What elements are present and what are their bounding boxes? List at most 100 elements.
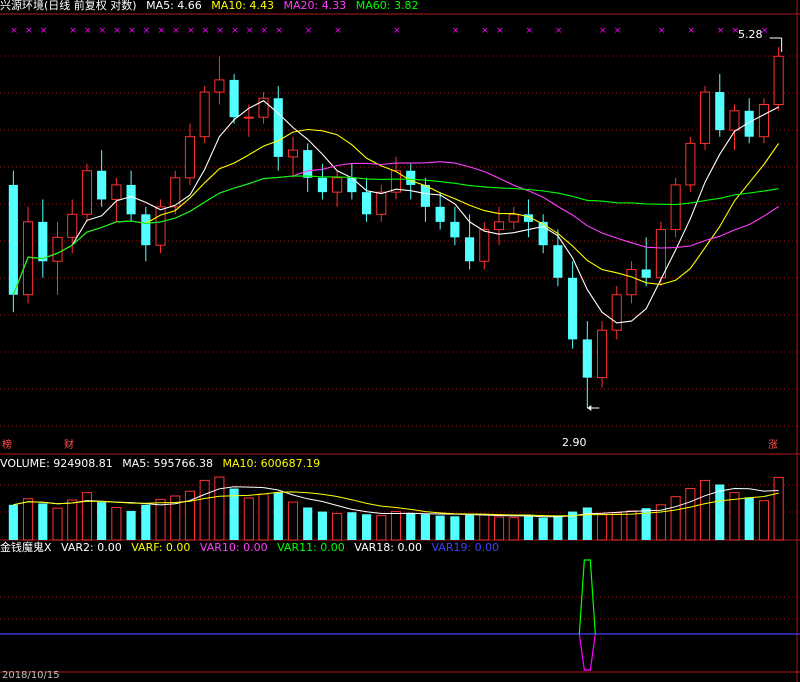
indicator-header: 金钱魔鬼X VAR2: 0.00 VARF: 0.00 VAR10: 0.00 … [0, 542, 505, 554]
tag-left[interactable]: 榜 [2, 440, 12, 452]
volume-bar [670, 496, 681, 541]
volume-bar [52, 507, 63, 541]
marker-x: × [496, 26, 504, 36]
volume-bar [523, 516, 534, 540]
indicator-name: 金钱魔鬼X [0, 541, 52, 554]
volume-bar [126, 510, 136, 540]
candle-body [406, 170, 416, 185]
volume-bar [626, 510, 637, 541]
volume-bar [67, 499, 78, 541]
candle-body [715, 92, 725, 131]
volume-ma10-label: MA10: 600687.19 [222, 457, 321, 470]
stock-chart[interactable]: × × × × × × × × × × × × × × × × × × × × × × × × × × × × × × × × × [0, 0, 800, 682]
marker-x: × [40, 26, 48, 36]
volume-bar [303, 507, 313, 540]
marker-x: × [452, 26, 460, 36]
volume-bar [111, 507, 122, 541]
marker-x: × [113, 26, 121, 36]
candle-body [184, 136, 196, 179]
candle-body [287, 149, 299, 158]
volume-bar [81, 492, 93, 541]
tag-mid[interactable]: 财 [64, 440, 74, 452]
volume-bar [347, 512, 357, 540]
candle-body [199, 91, 210, 138]
marker-x: × [187, 26, 195, 36]
candle-body [729, 110, 740, 131]
volume-bar [596, 513, 608, 541]
marker-x: × [84, 26, 92, 36]
volume-bar [758, 500, 769, 541]
marker-x: × [393, 26, 401, 36]
volume-bar [390, 511, 402, 541]
volume-bar [553, 515, 563, 540]
marker-x: × [717, 26, 725, 36]
candle-body [641, 269, 651, 278]
marker-x: × [525, 26, 533, 36]
candle-body [362, 192, 372, 215]
candle-body [553, 245, 563, 278]
marker-x: × [614, 26, 622, 36]
volume-bar [435, 515, 445, 540]
candle-body [670, 184, 681, 231]
volume-bar [332, 513, 343, 541]
marker-x: × [334, 26, 342, 36]
candlestick-series [8, 47, 784, 409]
volume-bar [538, 517, 548, 540]
volume-bar [184, 490, 196, 541]
volume-bar [97, 502, 107, 540]
signal-down-spike [578, 633, 596, 671]
candle-body [376, 191, 387, 215]
candle-body [568, 277, 578, 340]
candle-body [655, 229, 666, 279]
marker-x: × [231, 26, 239, 36]
marker-x: × [69, 26, 77, 36]
main-chart-header: 兴源环境(日线 前复权 对数) MA5: 4.66 MA10: 4.43 MA2… [0, 0, 424, 12]
marker-x: × [658, 26, 666, 36]
volume-bar [141, 504, 151, 540]
volume-bar [493, 516, 505, 541]
var18-label: VAR18: 0.00 [354, 541, 422, 554]
varf-label: VARF: 0.00 [131, 541, 191, 554]
candle-body [303, 150, 313, 178]
tag-right[interactable]: 涨 [768, 440, 778, 452]
volume-bar [199, 479, 210, 541]
marker-x: × [261, 26, 269, 36]
candle-body [38, 221, 48, 262]
marker-x: × [246, 26, 254, 36]
volume-bar [214, 476, 225, 541]
volume-ma5-label: MA5: 595766.38 [122, 457, 213, 470]
candle-body [450, 221, 460, 238]
candle-body [582, 339, 592, 378]
candle-body [67, 213, 78, 238]
var10-label: VAR10: 0.00 [199, 541, 268, 554]
marker-x: × [143, 26, 151, 36]
candle-body [699, 91, 711, 144]
marker-x: × [599, 26, 607, 36]
candle-body [465, 237, 475, 262]
high-price-label: 5.28 [738, 28, 763, 41]
candle-body [8, 184, 18, 295]
marker-x: × [216, 26, 224, 36]
candle-body [81, 170, 93, 215]
stock-title: 兴源环境(日线 前复权 对数) [0, 0, 137, 12]
volume-bar [450, 516, 460, 540]
volume-bar [744, 497, 754, 540]
volume-bar [773, 476, 784, 541]
candle-body [214, 79, 225, 93]
marker-x: × [481, 26, 489, 36]
marker-x: × [275, 26, 283, 36]
candle-body [626, 268, 637, 296]
volume-bar [362, 514, 372, 540]
volume-bar [376, 515, 387, 541]
volume-bar [406, 512, 416, 540]
candle-body [52, 236, 63, 262]
marker-x: × [99, 26, 107, 36]
candle-body [493, 221, 505, 231]
candle-body [773, 55, 784, 105]
volume-bar [8, 504, 18, 540]
ma60-label: MA60: 3.82 [355, 0, 419, 12]
volume-bar [420, 514, 430, 540]
candle-body [420, 184, 430, 207]
volume-bar [508, 517, 519, 541]
marker-x: × [202, 26, 210, 36]
